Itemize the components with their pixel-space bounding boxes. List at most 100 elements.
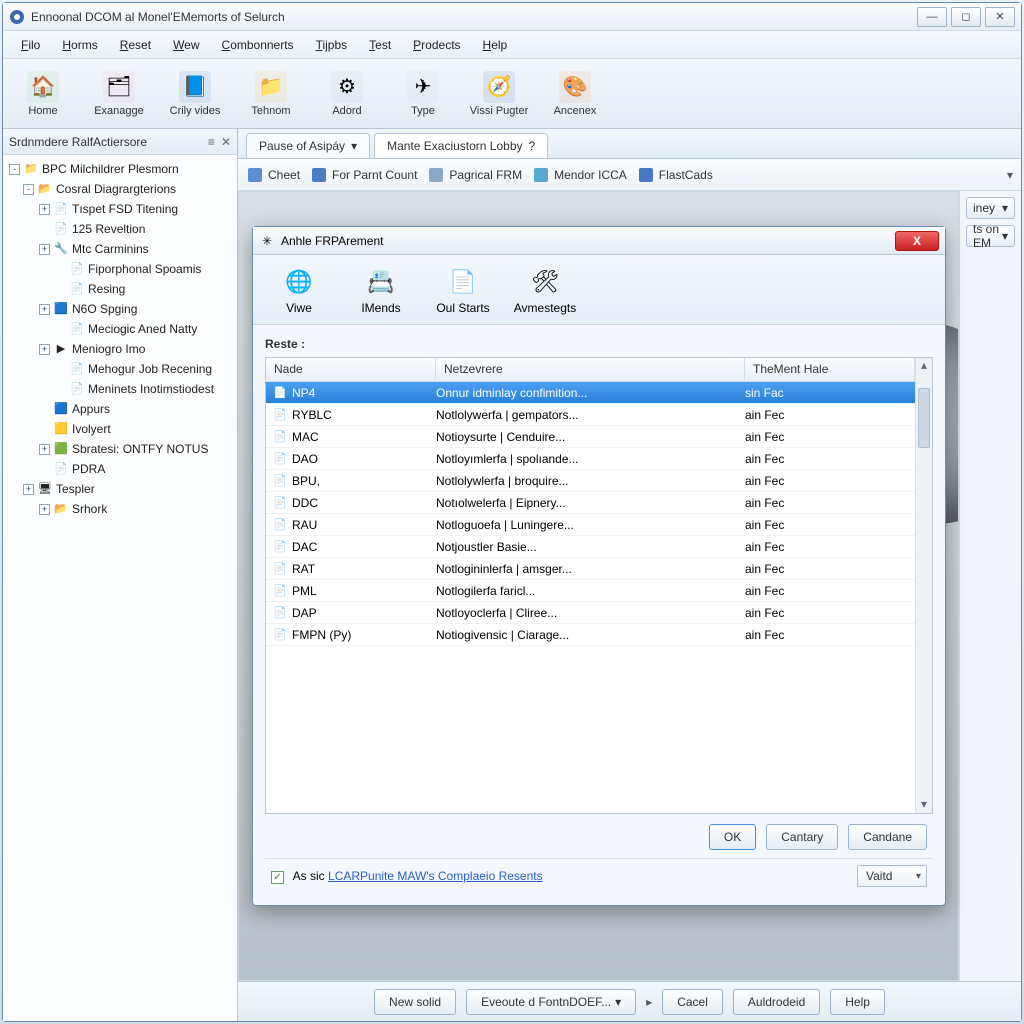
sidebar-close-icon[interactable]: ✕: [221, 135, 231, 149]
tree-toggle-icon[interactable]: +: [23, 484, 34, 495]
menu-reset[interactable]: Reset: [110, 34, 161, 56]
tool-type[interactable]: ✈Type: [391, 71, 455, 117]
checkbox-carpunite[interactable]: ✓: [271, 871, 284, 884]
chevron-down-icon: ▾: [351, 139, 357, 153]
grid-row[interactable]: 📄RAUNotloguoefa | Luningere...ain Fec: [266, 514, 915, 536]
close-button[interactable]: ✕: [985, 7, 1015, 27]
tree-node[interactable]: +🖥Tespler: [5, 479, 235, 499]
grid-row[interactable]: 📄FMPN (Py)Notiogivensic | Ciarage...ain …: [266, 624, 915, 646]
tree-node[interactable]: 🟨Ivolyert: [5, 419, 235, 439]
tree-view[interactable]: -📁BPC Milchildrer Plesmorn-📂Cosral Diagr…: [3, 155, 237, 1021]
subtool-for-parnt-count[interactable]: For Parnt Count: [310, 166, 417, 184]
tree-node[interactable]: 🟦Appurs: [5, 399, 235, 419]
tool-vissi-pugter[interactable]: 🧭Vissi Pugter: [467, 71, 531, 117]
tree-node[interactable]: 📄PDRA: [5, 459, 235, 479]
node-label: BPC Milchildrer Plesmorn: [42, 159, 179, 179]
tree-node[interactable]: +📂Srhork: [5, 499, 235, 519]
dlg-tool-viwe[interactable]: 🌐Viwe: [267, 265, 331, 315]
tree-toggle-icon[interactable]: +: [39, 304, 50, 315]
grid-row[interactable]: 📄NP4Onnur idminlay confimition...sin Fac: [266, 382, 915, 404]
menu-horms[interactable]: Horms: [52, 34, 107, 56]
execute-button[interactable]: Eveoute d FontnDOEF... ▾: [466, 989, 636, 1015]
scroll-down-icon[interactable]: ▾: [916, 797, 932, 811]
dialog-close-button[interactable]: X: [895, 231, 939, 251]
menu-test[interactable]: Test: [359, 34, 401, 56]
tree-node[interactable]: 📄Resing: [5, 279, 235, 299]
tree-node[interactable]: +🔧Mtc Carminins: [5, 239, 235, 259]
grid-row[interactable]: 📄DACNotjoustler Basie...ain Fec: [266, 536, 915, 558]
grid-row[interactable]: 📄PMLNotlogilerfa faricl...ain Fec: [266, 580, 915, 602]
tree-node[interactable]: 📄Mehogur Job Recening: [5, 359, 235, 379]
candane-button[interactable]: Candane: [848, 824, 927, 850]
tree-node[interactable]: 📄125 Reveltion: [5, 219, 235, 239]
tool-adord[interactable]: ⚙Adord: [315, 71, 379, 117]
tree-toggle-icon[interactable]: +: [39, 244, 50, 255]
grid-header: Nade Netzevrere TheMent Hale: [266, 358, 915, 382]
sidebar-menu-icon[interactable]: ≡: [208, 135, 215, 149]
col-netzevrere[interactable]: Netzevrere: [436, 358, 745, 381]
main-toolbar: 🏠Home 🗂Exanagge 📘Crily vides 📁Tehnom ⚙Adord ✈…: [3, 59, 1021, 129]
grid-scrollbar[interactable]: ▴ ▾: [915, 358, 932, 813]
tree-toggle-icon[interactable]: -: [9, 164, 20, 175]
chevron-down-icon[interactable]: ▾: [1007, 168, 1013, 182]
tree-node[interactable]: +▶Meniogro Imo: [5, 339, 235, 359]
tree-node[interactable]: 📄Meciogic Aned Natty: [5, 319, 235, 339]
subtool-pagrical-frm[interactable]: Pagrical FRM: [427, 166, 522, 184]
link-carpunite[interactable]: LCARPunite MAW's Complaeio Resents: [328, 869, 543, 883]
ok-button[interactable]: OK: [709, 824, 756, 850]
menu-tijpbs[interactable]: Tijpbs: [306, 34, 358, 56]
scroll-thumb[interactable]: [918, 388, 930, 448]
valid-combo[interactable]: Vaitd: [857, 865, 927, 887]
right-combo[interactable]: iney▾: [966, 197, 1015, 219]
col-nade[interactable]: Nade: [266, 358, 436, 381]
tree-node[interactable]: -📂Cosral Diagrargterions: [5, 179, 235, 199]
menu-filo[interactable]: Filo: [11, 34, 50, 56]
viwe-icon: 🌐: [282, 265, 316, 299]
tool-crily-vides[interactable]: 📘Crily vides: [163, 71, 227, 117]
tree-node[interactable]: 📄Fiporphonal Spoamis: [5, 259, 235, 279]
cantary-button[interactable]: Cantary: [766, 824, 838, 850]
tree-toggle-icon[interactable]: -: [23, 184, 34, 195]
tree-node[interactable]: +📄Tıspet FSD Titening: [5, 199, 235, 219]
tree-toggle-icon[interactable]: +: [39, 444, 50, 455]
menu-wew[interactable]: Wew: [163, 34, 209, 56]
tool-ancenex[interactable]: 🎨Ancenex: [543, 71, 607, 117]
cancel-button[interactable]: Cacel: [662, 989, 723, 1015]
tab-mante-exaciustorn-lobby[interactable]: Mante Exaciustorn Lobby ?: [374, 133, 548, 158]
grid-row[interactable]: 📄RYBLCNotlolywerfa | gempators...ain Fec: [266, 404, 915, 426]
help-button[interactable]: Help: [830, 989, 885, 1015]
tree-toggle-icon[interactable]: +: [39, 204, 50, 215]
subtool-flastcads[interactable]: FlastCads: [637, 166, 713, 184]
grid-row[interactable]: 📄DAONotloyımlerfa | spolıande...ain Fec: [266, 448, 915, 470]
tree-node[interactable]: +🟩Sbratesi: ONTFY NOTUS: [5, 439, 235, 459]
tab-pause-of-asipáy[interactable]: Pause of Asipáy ▾: [246, 133, 370, 158]
menu-help[interactable]: Help: [473, 34, 518, 56]
dlg-tool-imends[interactable]: 📇IMends: [349, 265, 413, 315]
tree-node[interactable]: 📄Meninets Inotimstiodest: [5, 379, 235, 399]
addrodeid-button[interactable]: Auldrodeid: [733, 989, 820, 1015]
col-thement-hale[interactable]: TheMent Hale: [745, 358, 915, 381]
tool-home[interactable]: 🏠Home: [11, 71, 75, 117]
grid-row[interactable]: 📄MACNotioysurte | Cenduire...ain Fec: [266, 426, 915, 448]
scroll-up-icon[interactable]: ▴: [916, 358, 932, 372]
dlg-tool-oul-starts[interactable]: 📄Oul Starts: [431, 265, 495, 315]
menu-prodects[interactable]: Prodects: [403, 34, 470, 56]
dlg-tool-avmestegts[interactable]: 🛠Avmestegts: [513, 265, 577, 315]
new-solid-button[interactable]: New solid: [374, 989, 456, 1015]
tree-toggle-icon[interactable]: +: [39, 344, 50, 355]
right-combo[interactable]: ts on EM▾: [966, 225, 1015, 247]
tree-node[interactable]: +🟦N6O Spging: [5, 299, 235, 319]
subtool-mendor-icca[interactable]: Mendor ICCA: [532, 166, 627, 184]
grid-row[interactable]: 📄BPU,Notlolywlerfa | broquire...ain Fec: [266, 470, 915, 492]
tree-node[interactable]: -📁BPC Milchildrer Plesmorn: [5, 159, 235, 179]
tree-toggle-icon[interactable]: +: [39, 504, 50, 515]
grid-row[interactable]: 📄DDCNotıolwelerfa | Eipnery...ain Fec: [266, 492, 915, 514]
minimize-button[interactable]: —: [917, 7, 947, 27]
maximize-button[interactable]: ◻: [951, 7, 981, 27]
grid-row[interactable]: 📄DAPNotloyoclerfa | Cliree...ain Fec: [266, 602, 915, 624]
tool-exanagge[interactable]: 🗂Exanagge: [87, 71, 151, 117]
subtool-cheet[interactable]: Cheet: [246, 166, 300, 184]
tool-tehnom[interactable]: 📁Tehnom: [239, 71, 303, 117]
menu-combonnerts[interactable]: Combonnerts: [212, 34, 304, 56]
grid-row[interactable]: 📄RATNotlogininlerfa | amsger...ain Fec: [266, 558, 915, 580]
